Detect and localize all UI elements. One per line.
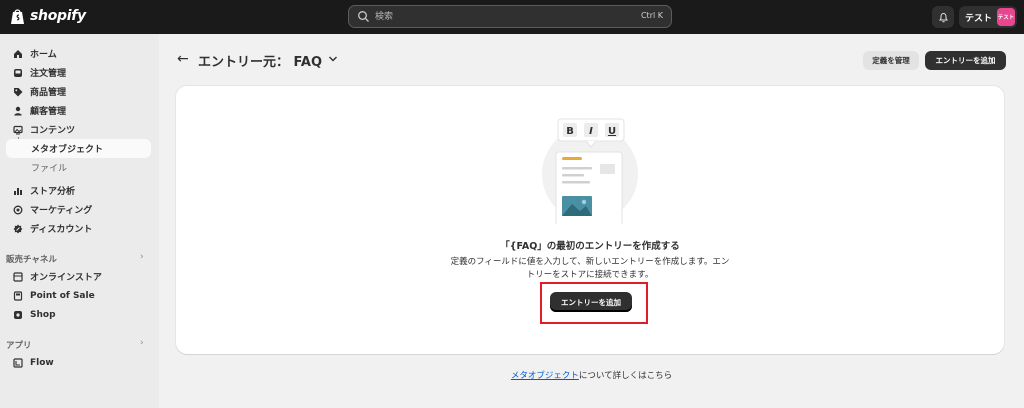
image-icon bbox=[13, 125, 23, 134]
sidebar-item-label: Point of Sale bbox=[30, 290, 95, 301]
sidebar-item-label: Flow bbox=[30, 357, 54, 368]
sidebar-item-analytics[interactable]: ストア分析 bbox=[6, 181, 151, 200]
sidebar-item-label: ホーム bbox=[30, 50, 57, 60]
empty-state-description: 定義のフィールドに値を入力して、新しいエントリーを作成します。エントリーをストア… bbox=[450, 257, 730, 280]
sidebar-item-label: Shop bbox=[30, 309, 56, 320]
sidebar-item-products[interactable]: 商品管理 bbox=[6, 82, 151, 101]
sidebar-item-label: ディスカウント bbox=[30, 225, 93, 235]
bar-chart-icon bbox=[14, 187, 22, 195]
sidebar-item-marketing[interactable]: マーケティング bbox=[6, 200, 151, 219]
user-name: テスト bbox=[965, 14, 993, 24]
sidebar-item-label: 注文管理 bbox=[30, 69, 67, 79]
bold-icon: B bbox=[566, 126, 574, 137]
sidebar-item-shop[interactable]: Shop bbox=[6, 305, 151, 324]
empty-state-heading: 「{FAQ」の最初のエントリーを作成する bbox=[500, 241, 680, 252]
avatar: テスト bbox=[997, 8, 1015, 26]
pos-icon bbox=[13, 290, 23, 301]
sidebar-item-point-of-sale[interactable]: Point of Sale bbox=[6, 286, 151, 305]
home-icon bbox=[14, 49, 22, 58]
italic-icon: I bbox=[589, 126, 593, 137]
search-input[interactable] bbox=[375, 8, 615, 25]
search-icon bbox=[358, 11, 369, 22]
underline-icon: U bbox=[608, 126, 616, 137]
sidebar-item-home[interactable]: ホーム bbox=[6, 44, 151, 63]
shop-icon bbox=[14, 310, 22, 319]
search-shortcut: Ctrl K bbox=[640, 11, 663, 20]
top-bar: shopify Ctrl K テスト テスト bbox=[0, 0, 1024, 34]
apps-heading: アプリ bbox=[6, 341, 32, 351]
chevron-right-icon[interactable]: › bbox=[140, 252, 144, 262]
chevron-right-icon[interactable]: › bbox=[140, 338, 144, 348]
sidebar: ホーム 注文管理 商品管理 顧客管理 コンテンツ メタオブジェクト ファイル ス… bbox=[0, 34, 159, 408]
sidebar-item-content[interactable]: コンテンツ bbox=[6, 120, 151, 139]
store-icon bbox=[13, 271, 23, 282]
sidebar-item-label: オンラインストア bbox=[30, 273, 102, 283]
sidebar-item-label: マーケティング bbox=[30, 206, 93, 216]
sidebar-item-label: コンテンツ bbox=[30, 126, 76, 136]
discount-icon bbox=[13, 224, 23, 233]
sidebar-item-label: ストア分析 bbox=[30, 187, 76, 197]
flow-icon bbox=[13, 357, 23, 368]
chevron-down-icon[interactable] bbox=[328, 55, 338, 63]
sidebar-item-metaobjects[interactable]: メタオブジェクト bbox=[6, 139, 151, 158]
empty-state-card: B I U 「{FAQ」の最初のエントリーを作成する 定義のフィールドに値を入力… bbox=[176, 86, 1004, 354]
sidebar-item-orders[interactable]: 注文管理 bbox=[6, 63, 151, 82]
target-icon bbox=[13, 205, 23, 214]
search-bar[interactable]: Ctrl K bbox=[348, 5, 672, 28]
person-icon bbox=[14, 106, 22, 115]
tag-icon bbox=[14, 87, 23, 96]
notifications-button[interactable] bbox=[932, 6, 954, 28]
sidebar-item-label: 商品管理 bbox=[30, 88, 67, 98]
user-menu-button[interactable]: テスト テスト bbox=[959, 6, 1017, 28]
sidebar-item-customers[interactable]: 顧客管理 bbox=[6, 101, 151, 120]
sales-channels-heading: 販売チャネル bbox=[6, 255, 57, 265]
sidebar-item-label: メタオブジェクト bbox=[31, 145, 104, 155]
sidebar-item-files[interactable]: ファイル bbox=[6, 158, 151, 177]
sidebar-item-label: 顧客管理 bbox=[30, 107, 67, 117]
inbox-icon bbox=[14, 68, 22, 77]
sidebar-item-label: ファイル bbox=[31, 164, 68, 174]
page-title: エントリー元： FAQ bbox=[198, 55, 323, 70]
footer-help-suffix: について詳しくはこちら bbox=[578, 371, 673, 381]
sidebar-item-online-store[interactable]: オンラインストア bbox=[6, 267, 151, 286]
shopify-bag-icon bbox=[11, 9, 24, 24]
bell-icon bbox=[938, 12, 948, 22]
create-entry-button[interactable]: エントリーを追加 bbox=[550, 292, 632, 312]
sidebar-item-discounts[interactable]: ディスカウント bbox=[6, 219, 151, 238]
empty-state-illustration: B I U bbox=[542, 118, 638, 224]
shopify-logo[interactable]: shopify bbox=[10, 7, 86, 25]
back-arrow-icon[interactable]: ← bbox=[177, 51, 189, 67]
footer-help: メタオブジェクトについて詳しくはこちら bbox=[0, 369, 1024, 381]
add-entry-button[interactable]: エントリーを追加 bbox=[925, 51, 1006, 70]
brand-name: shopify bbox=[30, 8, 86, 24]
manage-definition-button[interactable]: 定義を管理 bbox=[863, 51, 919, 70]
metaobjects-help-link[interactable]: メタオブジェクト bbox=[511, 371, 579, 381]
